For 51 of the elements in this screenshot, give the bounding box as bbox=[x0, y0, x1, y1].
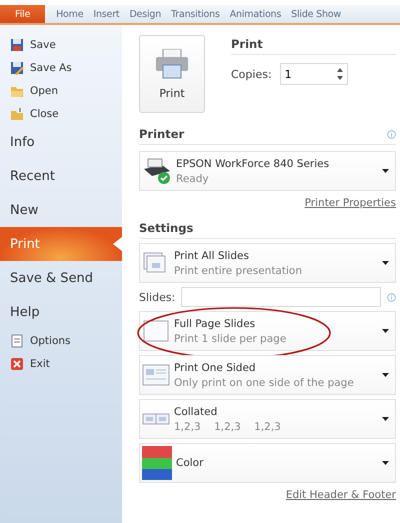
save-as-icon bbox=[10, 60, 24, 74]
menu-item[interactable]: Recent bbox=[0, 159, 122, 193]
copies-spinner[interactable]: 1 bbox=[280, 63, 348, 85]
ribbon-tab[interactable]: Design bbox=[124, 5, 166, 23]
print-button[interactable]: Print bbox=[139, 35, 205, 113]
caret-icon bbox=[382, 329, 389, 333]
copies-label: Copies: bbox=[231, 68, 272, 80]
printer-dropdown[interactable]: EPSON WorkForce 840 Series Ready bbox=[139, 151, 396, 191]
menu-item[interactable]: Save & Send bbox=[0, 261, 122, 295]
caret-icon bbox=[382, 461, 389, 465]
caret-icon bbox=[382, 373, 389, 377]
menu-item[interactable]: Save bbox=[0, 33, 122, 56]
menu-item[interactable]: Exit bbox=[0, 352, 122, 375]
caret-icon bbox=[382, 261, 389, 265]
menu-item[interactable]: Open bbox=[0, 79, 122, 102]
info-icon bbox=[387, 130, 396, 138]
menu-item[interactable]: New bbox=[0, 193, 122, 227]
menu-item[interactable]: Options bbox=[0, 329, 122, 352]
edit-header-footer-link[interactable]: Edit Header & Footer bbox=[286, 489, 396, 501]
slides-input-field[interactable] bbox=[181, 287, 381, 307]
menu-item[interactable]: Save As bbox=[0, 56, 122, 79]
section-heading: Print bbox=[231, 37, 263, 51]
document-icon bbox=[10, 334, 24, 348]
close-icon bbox=[10, 356, 24, 370]
setting-dropdown[interactable]: Color bbox=[139, 443, 396, 483]
slides-label: Slides: bbox=[139, 290, 176, 304]
ribbon-tab[interactable]: Home bbox=[51, 5, 88, 23]
setting-dropdown[interactable]: Print All Slides Print entire presentation bbox=[139, 243, 396, 283]
color-swatch-icon bbox=[142, 446, 172, 480]
caret-icon bbox=[382, 417, 389, 421]
caret-icon bbox=[382, 169, 389, 173]
menu-item[interactable]: Close bbox=[0, 102, 122, 125]
printer-properties-link[interactable]: Printer Properties bbox=[304, 197, 396, 209]
printer-status: Ready bbox=[176, 172, 210, 184]
ribbon-tab[interactable]: File bbox=[0, 5, 46, 23]
setting-dropdown[interactable]: Collated 1,2,3 1,2,3 1,2,3 bbox=[139, 399, 396, 439]
printer-ready-icon bbox=[142, 157, 172, 185]
folder-icon bbox=[10, 106, 24, 120]
printer-icon bbox=[155, 48, 189, 78]
ribbon-tab[interactable]: Transitions bbox=[166, 5, 225, 23]
spin-arrows-icon bbox=[336, 68, 343, 80]
section-heading: Settings bbox=[139, 221, 194, 235]
ribbon-tab[interactable]: Animations bbox=[224, 5, 286, 23]
menu-item[interactable]: Help bbox=[0, 295, 122, 329]
printer-name: EPSON WorkForce 840 Series bbox=[176, 158, 330, 170]
setting-dropdown[interactable]: Print One Sided Only print on one side of the page bbox=[139, 355, 396, 395]
ribbon-tab[interactable]: Insert bbox=[88, 5, 124, 23]
ribbon-tab[interactable]: Slide Show bbox=[286, 5, 346, 23]
section-heading: Printer bbox=[139, 127, 184, 141]
menu-item[interactable]: Info bbox=[0, 125, 122, 159]
info-icon bbox=[387, 292, 396, 302]
